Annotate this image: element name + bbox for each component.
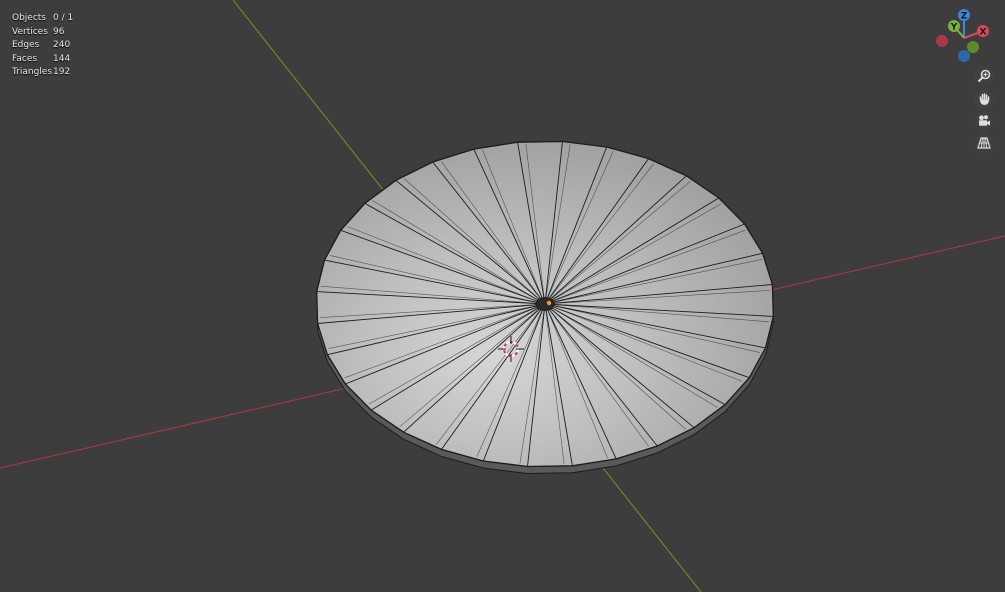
object-origin-point (546, 300, 552, 306)
scene-statistics-overlay: Objects 0 / 1 Vertices 96 Edges 240 Faces 144 Tr… (12, 12, 73, 80)
stat-value: 192 (53, 67, 71, 77)
3d-viewport[interactable]: Objects 0 / 1 Vertices 96 Edges 240 Faces 144 Tr… (0, 0, 1005, 592)
disc-mesh[interactable] (316, 140, 774, 475)
stat-label: Edges (12, 40, 40, 50)
svg-text:Z: Z (961, 12, 968, 22)
stat-label: Triangles (12, 67, 53, 77)
stat-row-triangles: Triangles 192 (12, 66, 73, 80)
stat-label: Objects (12, 13, 47, 23)
stat-value: 240 (53, 40, 71, 50)
gizmo-neg-y-handle[interactable] (967, 41, 979, 53)
zoom-button[interactable] (974, 66, 994, 86)
gizmo-z-handle[interactable]: Z (958, 9, 970, 22)
grid-perspective-icon (977, 137, 991, 149)
stat-value: 0 / 1 (53, 13, 74, 23)
stat-row-faces: Faces 144 (12, 53, 73, 67)
camera-icon (979, 115, 990, 126)
stat-label: Faces (12, 53, 38, 64)
svg-text:Y: Y (950, 23, 958, 33)
svg-text:X: X (980, 28, 987, 38)
stat-value: 96 (53, 26, 65, 37)
stat-row-vertices: Vertices 96 (12, 26, 73, 40)
gizmo-neg-x-handle[interactable] (936, 35, 948, 47)
gizmo-x-handle[interactable]: X (977, 25, 989, 38)
stat-row-objects: Objects 0 / 1 (12, 12, 73, 26)
pan-button[interactable] (974, 89, 994, 109)
scene-canvas[interactable] (0, 0, 1005, 592)
hand-icon (979, 93, 990, 105)
camera-view-button[interactable] (974, 111, 994, 131)
navigation-gizmo[interactable]: Y X Z (926, 4, 1002, 66)
stat-value: 144 (53, 53, 71, 64)
perspective-toggle-button[interactable] (974, 133, 994, 153)
stat-label: Vertices (12, 26, 48, 37)
disc-inner-ring (535, 297, 555, 311)
stat-row-edges: Edges 240 (12, 39, 73, 53)
magnifier-icon (977, 69, 991, 83)
gizmo-neg-z-handle[interactable] (958, 50, 970, 62)
